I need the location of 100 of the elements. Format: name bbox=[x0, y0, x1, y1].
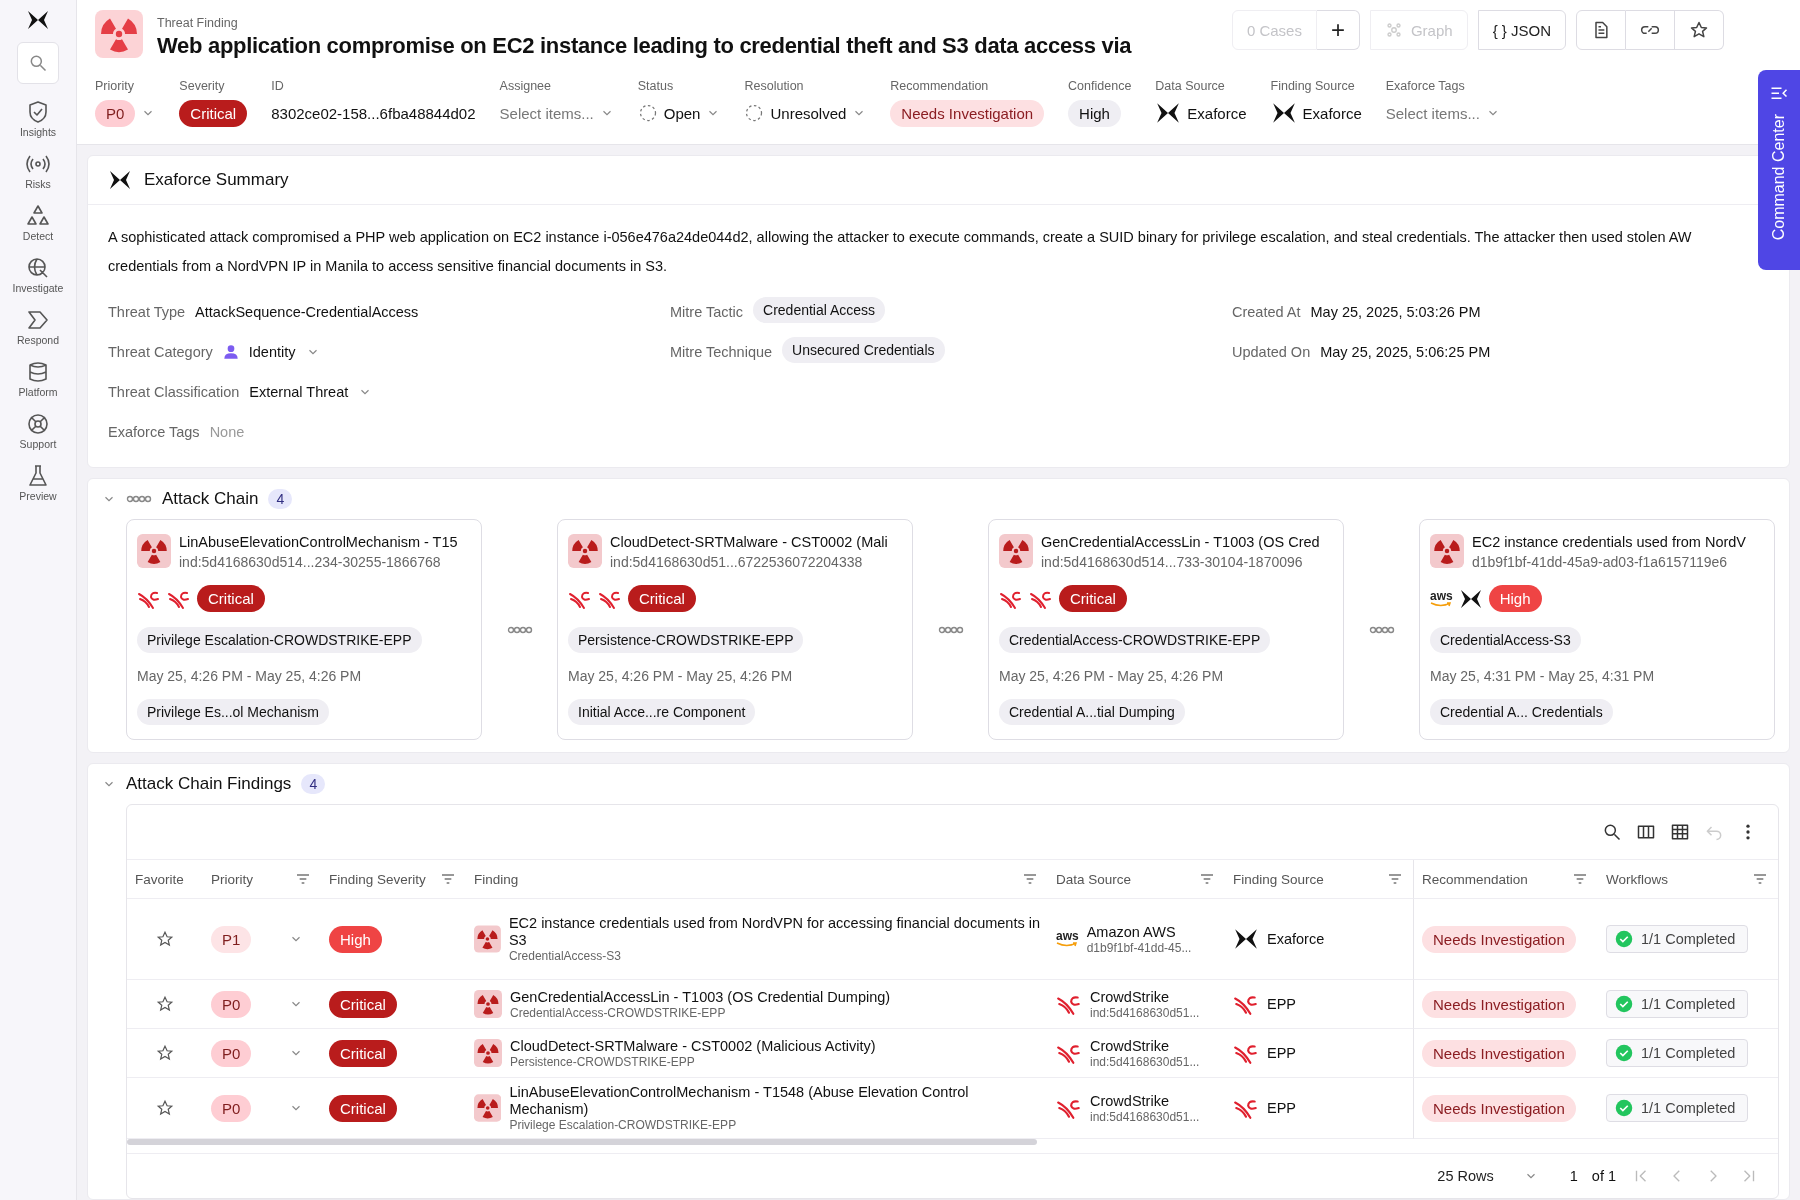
check-circle-icon bbox=[1615, 1099, 1633, 1117]
nav-item[interactable]: Respond bbox=[3, 304, 73, 350]
smile-arrow-icon bbox=[1430, 601, 1453, 608]
finding-card[interactable]: GenCredentialAccessLin - T1003 (OS Cred ind:5d4168630d514...733-30104-1870096 Critical CredentialAccess-CROWDSTRIKE-EPP May 25, 4:26 PM - May 25, 4:26 PM Credential A...tial Dumping bbox=[988, 519, 1344, 740]
nav-label: Preview bbox=[19, 490, 57, 502]
nav-item[interactable]: Support bbox=[3, 408, 73, 454]
severity-badge: Critical bbox=[329, 990, 397, 1018]
page-number: 1 bbox=[1569, 1168, 1578, 1184]
priority-badge[interactable]: P0 bbox=[95, 99, 136, 127]
status-value[interactable]: Open bbox=[663, 104, 701, 122]
nav-item[interactable]: Preview bbox=[3, 460, 73, 506]
section-title: Attack Chain bbox=[162, 489, 259, 509]
page-count: of 1 bbox=[1591, 1168, 1616, 1184]
graph-icon bbox=[1384, 21, 1403, 39]
nav-label: Platform bbox=[18, 386, 58, 398]
filter-icon[interactable] bbox=[440, 871, 456, 887]
favorite-star-icon[interactable] bbox=[156, 1099, 174, 1117]
favorite-star-icon[interactable] bbox=[156, 1044, 174, 1062]
select-field[interactable]: Select items... bbox=[1385, 104, 1480, 122]
priority-badge[interactable]: P0 bbox=[211, 1094, 252, 1122]
finding-card[interactable]: LinAbuseElevationControlMechanism - T15 ind:5d4168630d514...234-30255-1866768 Critical Privilege Escalation-CROWDSTRIKE-EPP May 25, 4:26 PM - May 25, 4:26 PM Privilege Es...ol Mechanism bbox=[126, 519, 482, 740]
scrollbar-thumb[interactable] bbox=[127, 1139, 1037, 1145]
status-value[interactable]: Unresolved bbox=[770, 104, 847, 122]
column-header[interactable]: Finding Severity bbox=[329, 871, 426, 887]
workflow-status-button[interactable]: 1/1 Completed bbox=[1606, 925, 1749, 953]
date-range: May 25, 4:31 PM - May 25, 4:31 PM bbox=[1430, 668, 1656, 684]
date-range: May 25, 4:26 PM - May 25, 4:26 PM bbox=[137, 668, 363, 684]
column-header[interactable]: Finding bbox=[474, 871, 519, 887]
add-button[interactable]: + bbox=[1316, 10, 1360, 50]
nav-label: Risks bbox=[25, 178, 51, 190]
mitre-tag: Unsecured Credentials bbox=[782, 337, 945, 363]
filter-icon[interactable] bbox=[1572, 871, 1588, 887]
column-header[interactable]: Priority bbox=[211, 871, 253, 887]
detail-value[interactable]: External Threat bbox=[249, 384, 349, 400]
favorite-star-icon[interactable] bbox=[156, 995, 174, 1013]
source-name: CrowdStrike bbox=[1090, 1037, 1170, 1055]
priority-badge[interactable]: P0 bbox=[211, 990, 252, 1018]
finding-card[interactable]: EC2 instance credentials used from NordV d1b9f1bf-41dd-45a9-ad03-f1a6157119e6 aws High CredentialAccess-S3 May 25, 4:31 PM - May 25, 4:31 PM Credential A... Credentials bbox=[1419, 519, 1775, 740]
filter-icon[interactable] bbox=[1022, 871, 1038, 887]
filter-icon[interactable] bbox=[1199, 871, 1215, 887]
severity-badge: Critical bbox=[329, 1039, 397, 1067]
select-field[interactable]: Select items... bbox=[499, 104, 594, 122]
link-button[interactable] bbox=[1626, 10, 1675, 50]
search-icon[interactable] bbox=[1602, 822, 1622, 842]
column-header[interactable]: Recommendation bbox=[1422, 871, 1528, 887]
card-title: GenCredentialAccessLin - T1003 (OS Cred bbox=[1041, 534, 1320, 550]
filter-icon[interactable] bbox=[295, 871, 311, 887]
date-range: May 25, 4:26 PM - May 25, 4:26 PM bbox=[568, 668, 794, 684]
filter-icon[interactable] bbox=[1387, 871, 1403, 887]
filter-icon[interactable] bbox=[1752, 871, 1768, 887]
workflow-status-button[interactable]: 1/1 Completed bbox=[1606, 1094, 1749, 1122]
recommendation-badge: Needs Investigation bbox=[1422, 990, 1576, 1018]
dashed-circle-icon bbox=[637, 103, 658, 123]
document-button[interactable] bbox=[1576, 10, 1626, 50]
recommendation-badge: Needs Investigation bbox=[1422, 925, 1576, 953]
column-header[interactable]: Favorite bbox=[135, 871, 184, 887]
finding-title[interactable]: EC2 instance credentials used from NordVPN for accessing financial documents in S3 bbox=[508, 915, 1040, 949]
logo-wordmark: aws bbox=[1430, 589, 1453, 602]
priority-badge[interactable]: P0 bbox=[211, 1039, 252, 1067]
detail-value[interactable]: Identity bbox=[248, 344, 296, 360]
detail-label: Exaforce Tags bbox=[108, 424, 200, 440]
detail-label: Updated On bbox=[1232, 344, 1311, 360]
radiation-icon bbox=[474, 990, 502, 1018]
source-name: Exaforce bbox=[1267, 931, 1325, 947]
source-id: ind:5d4168630d51... bbox=[1090, 1005, 1200, 1020]
column-header[interactable]: Data Source bbox=[1056, 871, 1132, 887]
detail-value: AttackSequence-CredentialAccess bbox=[195, 304, 419, 320]
workflow-status-button[interactable]: 1/1 Completed bbox=[1606, 990, 1749, 1018]
field-label: Finding Source bbox=[1270, 79, 1356, 93]
rows-per-page-select[interactable]: 25 Rows bbox=[1431, 1167, 1544, 1185]
database-icon bbox=[26, 360, 50, 384]
count-badge: 4 bbox=[268, 489, 293, 509]
star-button[interactable] bbox=[1675, 10, 1724, 50]
detail-label: Threat Classification bbox=[108, 384, 240, 400]
column-header[interactable]: Workflows bbox=[1606, 871, 1668, 887]
favorite-star-icon[interactable] bbox=[156, 930, 174, 948]
source-name: Exaforce bbox=[1187, 104, 1247, 122]
command-center-tab[interactable]: Command Center bbox=[1758, 70, 1800, 270]
finding-card[interactable]: CloudDetect-SRTMalware - CST0002 (Mali ind:5d4168630d51...6722536072204338 Critical Persistence-CROWDSTRIKE-EPP May 25, 4:26 PM - May 25, 4:26 PM Initial Acce...re Component bbox=[557, 519, 913, 740]
nav-item[interactable]: Platform bbox=[3, 356, 73, 402]
nav-item[interactable]: Detect bbox=[3, 200, 73, 246]
nav-item[interactable]: Investigate bbox=[3, 252, 73, 298]
finding-title[interactable]: CloudDetect-SRTMalware - CST0002 (Malicious Activity) bbox=[510, 1037, 876, 1055]
json-button[interactable]: { } JSON bbox=[1477, 10, 1566, 50]
workflow-status-button[interactable]: 1/1 Completed bbox=[1606, 1039, 1749, 1067]
nav-item[interactable]: Insights bbox=[3, 96, 73, 142]
nav-item[interactable]: Risks bbox=[3, 148, 73, 194]
finding-title[interactable]: GenCredentialAccessLin - T1003 (OS Credential Dumping) bbox=[510, 988, 891, 1006]
severity-badge: Critical bbox=[329, 1094, 397, 1122]
radiation-icon bbox=[568, 534, 602, 568]
lifebuoy-icon bbox=[26, 412, 50, 436]
table-icon[interactable] bbox=[1670, 822, 1690, 842]
card-id: d1b9f1bf-41dd-45a9-ad03-f1a6157119e6 bbox=[1472, 554, 1729, 570]
priority-badge[interactable]: P1 bbox=[211, 925, 252, 953]
check-circle-icon bbox=[1615, 1044, 1633, 1062]
columns-icon[interactable] bbox=[1636, 822, 1656, 842]
search-button[interactable] bbox=[17, 42, 59, 84]
finding-title[interactable]: LinAbuseElevationControlMechanism - T1548 (Abuse Elevation Control Mechanism) bbox=[509, 1084, 1040, 1118]
globe-search-icon bbox=[26, 256, 50, 280]
column-header[interactable]: Finding Source bbox=[1233, 871, 1324, 887]
